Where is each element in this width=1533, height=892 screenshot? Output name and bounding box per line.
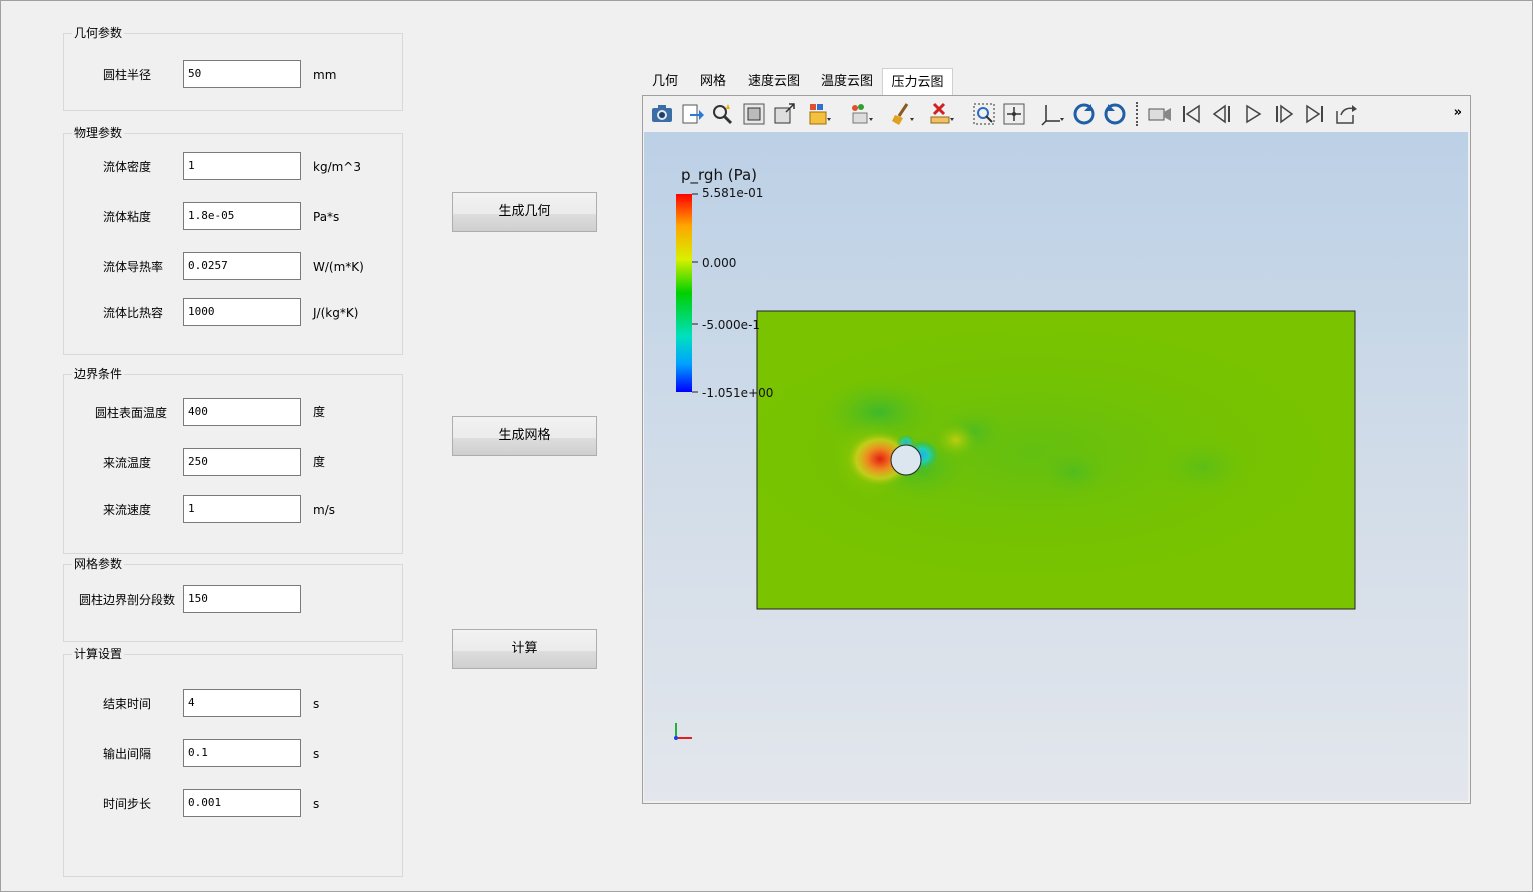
tab-geometry[interactable]: 几何: [643, 68, 687, 96]
inflow-temp-label: 来流温度: [103, 456, 152, 470]
pick-center-icon[interactable]: [1001, 101, 1027, 127]
rotate-ccw-icon[interactable]: [1102, 101, 1128, 127]
viscosity-label: 流体粘度: [103, 210, 152, 224]
end-time-unit: s: [313, 697, 320, 711]
render-viewer: » p_rgh (Pa) 5.581e-01 0.000 -5.000e-1 -…: [642, 95, 1471, 804]
inflow-speed-label: 来流速度: [103, 503, 152, 517]
mesh-group-title: 网格参数: [72, 556, 125, 572]
render-canvas: p_rgh (Pa) 5.581e-01 0.000 -5.000e-1 -1.…: [674, 166, 1356, 740]
ruler-icon[interactable]: [928, 101, 954, 127]
toggle-block-icon[interactable]: [806, 101, 832, 127]
output-interval-unit: s: [313, 747, 320, 761]
toggle-points-icon[interactable]: [848, 101, 874, 127]
legend-mid-label: -5.000e-1: [702, 318, 760, 332]
rotate-cw-icon[interactable]: [1071, 101, 1097, 127]
end-time-field[interactable]: 4: [183, 689, 301, 717]
tab-velocity[interactable]: 速度云图: [739, 68, 809, 96]
viscosity-field[interactable]: 1.8e-05: [183, 202, 301, 230]
heat-capacity-unit: J/(kg*K): [313, 306, 359, 320]
viewer-toolbar: »: [643, 96, 1468, 132]
segments-field[interactable]: 150: [183, 585, 301, 613]
play-icon[interactable]: [1240, 101, 1266, 127]
zoom-box-icon[interactable]: [971, 101, 997, 127]
conductivity-field[interactable]: 0.0257: [183, 252, 301, 280]
generate-mesh-button[interactable]: 生成网格: [452, 416, 597, 456]
colorbar: [676, 194, 692, 392]
time-step-label: 时间步长: [103, 797, 152, 811]
end-time-label: 结束时间: [103, 697, 152, 711]
tab-mesh[interactable]: 网格: [691, 68, 735, 96]
legend-title: p_rgh (Pa): [681, 166, 757, 185]
render-area[interactable]: p_rgh (Pa) 5.581e-01 0.000 -5.000e-1 -1.…: [644, 132, 1468, 801]
first-frame-icon[interactable]: [1178, 101, 1204, 127]
legend-zero-label: 0.000: [702, 256, 736, 270]
legend-min-label: -1.051e+00: [702, 386, 773, 400]
conductivity-unit: W/(m*K): [313, 260, 364, 274]
segments-label: 圆柱边界剖分段数: [79, 593, 176, 607]
heat-capacity-field[interactable]: 1000: [183, 298, 301, 326]
inflow-temp-field[interactable]: 250: [183, 448, 301, 476]
density-field[interactable]: 1: [183, 152, 301, 180]
generate-geometry-button[interactable]: 生成几何: [452, 192, 597, 232]
radius-field[interactable]: 50: [183, 60, 301, 88]
radius-unit: mm: [313, 68, 337, 82]
next-frame-icon[interactable]: [1271, 101, 1297, 127]
clear-icon[interactable]: [889, 101, 915, 127]
tab-pressure[interactable]: 压力云图: [882, 68, 953, 97]
boundary-group-title: 边界条件: [72, 366, 125, 382]
viscosity-unit: Pa*s: [313, 210, 340, 224]
physics-group-title: 物理参数: [72, 125, 125, 141]
density-label: 流体密度: [103, 160, 152, 174]
solver-group-title: 计算设置: [72, 646, 125, 662]
output-interval-label: 输出间隔: [103, 747, 152, 761]
pressure-contours: [757, 312, 1355, 592]
inflow-speed-field[interactable]: 1: [183, 495, 301, 523]
radius-label: 圆柱半径: [103, 68, 152, 82]
toolbar-more-button[interactable]: »: [1454, 105, 1462, 120]
time-step-field[interactable]: 0.001: [183, 789, 301, 817]
inflow-speed-unit: m/s: [313, 503, 335, 517]
camera-icon[interactable]: [649, 101, 675, 127]
geometry-group-title: 几何参数: [72, 25, 125, 41]
export-icon[interactable]: [680, 101, 706, 127]
main-window: 几何参数 圆柱半径 50 mm 物理参数 流体密度 1 kg/m^3 流体粘度 …: [0, 0, 1533, 892]
axes-icon[interactable]: [1039, 101, 1065, 127]
loop-icon[interactable]: [1333, 101, 1359, 127]
prev-frame-icon[interactable]: [1209, 101, 1235, 127]
surface-temp-unit: 度: [313, 405, 326, 419]
surface-temp-field[interactable]: 400: [183, 398, 301, 426]
legend-max-label: 5.581e-01: [702, 186, 763, 200]
cylinder: [890, 444, 922, 476]
camera-link-icon[interactable]: [1147, 101, 1173, 127]
reset-camera-icon[interactable]: [741, 101, 767, 127]
heat-capacity-label: 流体比热容: [103, 306, 164, 320]
zoom-to-data-icon[interactable]: [772, 101, 798, 127]
orientation-axes-icon: [674, 723, 692, 740]
tab-temperature[interactable]: 温度云图: [812, 68, 882, 96]
output-interval-field[interactable]: 0.1: [183, 739, 301, 767]
conductivity-label: 流体导热率: [103, 260, 164, 274]
time-step-unit: s: [313, 797, 320, 811]
last-frame-icon[interactable]: [1302, 101, 1328, 127]
compute-button[interactable]: 计算: [452, 629, 597, 669]
inflow-temp-unit: 度: [313, 455, 326, 469]
density-unit: kg/m^3: [313, 160, 361, 174]
find-data-icon[interactable]: [710, 101, 736, 127]
surface-temp-label: 圆柱表面温度: [95, 406, 168, 420]
toolbar-separator: [1136, 102, 1139, 126]
